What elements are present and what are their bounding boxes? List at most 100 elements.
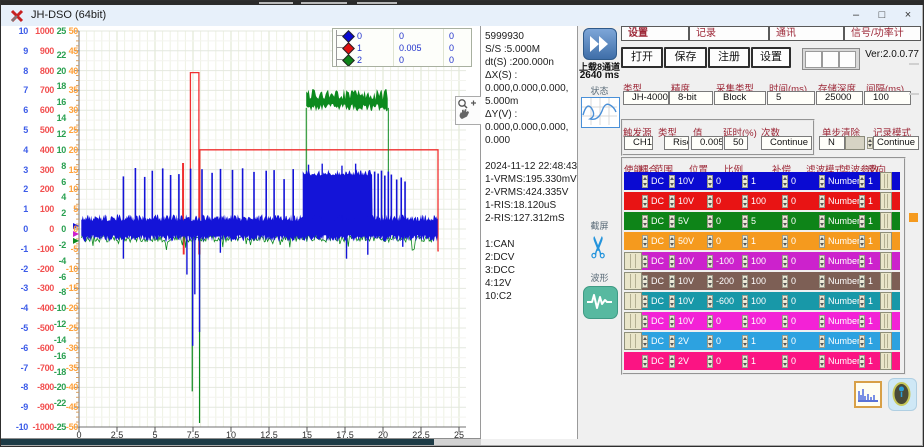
- cell-spinner[interactable]: [782, 275, 788, 288]
- cell-spinner[interactable]: [742, 195, 748, 208]
- scale-cell[interactable]: 1: [748, 332, 782, 350]
- coupling-cell[interactable]: DC: [648, 292, 669, 310]
- range-cell[interactable]: 2V: [675, 332, 707, 350]
- cell-spinner[interactable]: [642, 275, 648, 288]
- cell-spinner[interactable]: [742, 295, 748, 308]
- cell-spinner[interactable]: [642, 315, 648, 328]
- scale-cell[interactable]: 100: [748, 292, 782, 310]
- cell-spinner[interactable]: [669, 215, 675, 228]
- range-cell[interactable]: 10V: [675, 172, 707, 190]
- position-cell[interactable]: 0: [713, 312, 742, 330]
- coupling-cell[interactable]: DC: [648, 312, 669, 330]
- filter-mode-cell[interactable]: Number: [825, 232, 859, 250]
- step-clear-button[interactable]: [845, 136, 865, 150]
- cell-spinner[interactable]: [707, 275, 713, 288]
- offset-cell[interactable]: 0: [788, 292, 819, 310]
- filter-param-cell[interactable]: 1: [865, 232, 880, 250]
- coupling-cell[interactable]: DC: [648, 252, 669, 270]
- cell-spinner[interactable]: [669, 235, 675, 248]
- cell-spinner[interactable]: [782, 355, 788, 368]
- cell-spinner[interactable]: [819, 315, 825, 328]
- offset-cell[interactable]: 0: [788, 192, 819, 210]
- cell-spinner[interactable]: [642, 235, 648, 248]
- cell-spinner[interactable]: [642, 255, 648, 268]
- cell-spinner[interactable]: [669, 195, 675, 208]
- cell-spinner[interactable]: [782, 235, 788, 248]
- filter-param-cell[interactable]: 1: [865, 352, 880, 370]
- cell-spinner[interactable]: [782, 255, 788, 268]
- cell-spinner[interactable]: [642, 355, 648, 368]
- filter-mode-cell[interactable]: Number: [825, 352, 859, 370]
- channel-enable-checkbox[interactable]: [624, 232, 642, 250]
- cell-spinner[interactable]: [707, 355, 713, 368]
- invert-checkbox[interactable]: [880, 252, 892, 270]
- offset-cell[interactable]: 0: [788, 352, 819, 370]
- trigger-value[interactable]: CH1: [624, 136, 653, 150]
- scale-cell[interactable]: 100: [748, 252, 782, 270]
- coupling-cell[interactable]: DC: [648, 332, 669, 350]
- filter-param-cell[interactable]: 1: [865, 172, 880, 190]
- cell-spinner[interactable]: [782, 315, 788, 328]
- param-value[interactable]: 100: [864, 91, 911, 105]
- range-cell[interactable]: 10V: [675, 292, 707, 310]
- channel-enable-checkbox[interactable]: [624, 192, 642, 210]
- cell-spinner[interactable]: [859, 355, 865, 368]
- cell-spinner[interactable]: [669, 295, 675, 308]
- range-cell[interactable]: 10V: [675, 252, 707, 270]
- cell-spinner[interactable]: [859, 315, 865, 328]
- cell-spinner[interactable]: [707, 215, 713, 228]
- trigger-value[interactable]: 0.0051: [691, 136, 723, 150]
- offset-cell[interactable]: 0: [788, 232, 819, 250]
- range-cell[interactable]: 5V: [675, 212, 707, 230]
- offset-cell[interactable]: 0: [788, 272, 819, 290]
- filter-param-cell[interactable]: 1: [865, 252, 880, 270]
- invert-checkbox[interactable]: [880, 212, 892, 230]
- range-cell[interactable]: 10V: [675, 272, 707, 290]
- cell-spinner[interactable]: [782, 195, 788, 208]
- offset-cell[interactable]: 0: [788, 172, 819, 190]
- trigger-value[interactable]: 50: [724, 136, 748, 150]
- status-thumbnail[interactable]: [581, 97, 620, 128]
- invert-checkbox[interactable]: [880, 192, 892, 210]
- param-value[interactable]: Block: [714, 91, 766, 105]
- cell-spinner[interactable]: [782, 175, 788, 188]
- offset-cell[interactable]: 0: [788, 332, 819, 350]
- cell-spinner[interactable]: [642, 175, 648, 188]
- cell-spinner[interactable]: [742, 215, 748, 228]
- titlebar[interactable]: JH-DSO (64bit) – □ ×: [1, 5, 924, 27]
- tab-4[interactable]: 信号/功率计: [844, 26, 921, 41]
- cell-spinner[interactable]: [819, 215, 825, 228]
- cell-spinner[interactable]: [707, 255, 713, 268]
- coupling-cell[interactable]: DC: [648, 352, 669, 370]
- position-cell[interactable]: 0: [713, 192, 742, 210]
- cell-spinner[interactable]: [859, 255, 865, 268]
- coupling-cell[interactable]: DC: [648, 232, 669, 250]
- cell-spinner[interactable]: [742, 255, 748, 268]
- offset-cell[interactable]: 0: [788, 212, 819, 230]
- save-button[interactable]: 保存: [664, 47, 707, 68]
- range-cell[interactable]: 10V: [675, 192, 707, 210]
- cell-spinner[interactable]: [782, 215, 788, 228]
- param-value[interactable]: 5: [767, 91, 815, 105]
- cell-spinner[interactable]: [642, 195, 648, 208]
- upload-8ch-button[interactable]: [583, 28, 617, 60]
- position-cell[interactable]: 0: [713, 332, 742, 350]
- range-cell[interactable]: 2V: [675, 352, 707, 370]
- filter-mode-cell[interactable]: Number: [825, 192, 859, 210]
- cell-spinner[interactable]: [742, 175, 748, 188]
- filter-param-cell[interactable]: 1: [865, 212, 880, 230]
- cell-spinner[interactable]: [707, 295, 713, 308]
- position-cell[interactable]: 0: [713, 172, 742, 190]
- filter-mode-cell[interactable]: Number: [825, 292, 859, 310]
- cell-spinner[interactable]: [859, 175, 865, 188]
- scale-cell[interactable]: 5: [748, 212, 782, 230]
- scale-cell[interactable]: 100: [748, 192, 782, 210]
- coupling-cell[interactable]: DC: [648, 272, 669, 290]
- channel-enable-checkbox[interactable]: [624, 292, 642, 310]
- cell-spinner[interactable]: [819, 255, 825, 268]
- cell-spinner[interactable]: [859, 295, 865, 308]
- invert-checkbox[interactable]: [880, 312, 892, 330]
- trigger-value[interactable]: Continue: [761, 136, 812, 150]
- position-cell[interactable]: 0: [713, 232, 742, 250]
- cell-spinner[interactable]: [819, 275, 825, 288]
